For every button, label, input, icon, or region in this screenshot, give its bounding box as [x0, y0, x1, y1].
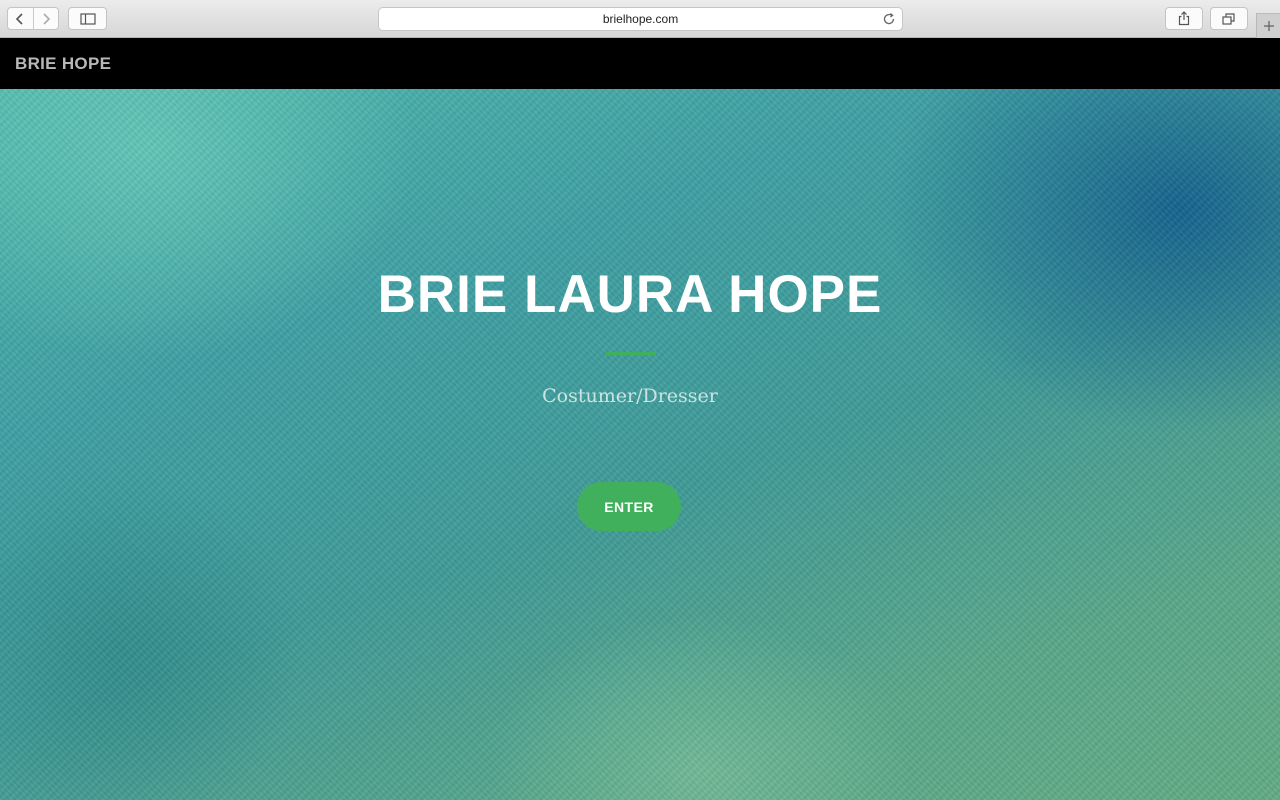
hero-section: BRIE LAURA HOPE Costumer/Dresser ENTER: [0, 89, 1280, 800]
plus-icon: [1263, 21, 1274, 31]
url-text: brielhope.com: [602, 12, 679, 26]
browser-toolbar: brielhope.com: [0, 0, 1280, 38]
back-button[interactable]: [8, 8, 33, 29]
hero-title: BRIE LAURA HOPE: [377, 265, 883, 324]
share-icon: [1178, 11, 1190, 26]
enter-button[interactable]: ENTER: [577, 482, 681, 531]
site-navbar: BRIE HOPE: [0, 38, 1280, 89]
hero-subtitle: Costumer/Dresser: [542, 385, 718, 407]
hero-content: BRIE LAURA HOPE Costumer/Dresser ENTER: [0, 89, 1280, 800]
title-divider: [605, 352, 656, 355]
sidebar-icon: [79, 12, 96, 25]
forward-button[interactable]: [32, 8, 59, 29]
share-button[interactable]: [1165, 7, 1203, 30]
chevron-right-icon: [43, 12, 50, 25]
show-tabs-button[interactable]: [1210, 7, 1248, 30]
tabs-icon: [1222, 12, 1235, 25]
sidebar-toggle-button[interactable]: [68, 7, 107, 30]
history-nav: [7, 7, 59, 30]
chevron-left-icon: [16, 12, 23, 25]
address-bar[interactable]: brielhope.com: [378, 7, 903, 31]
reload-icon[interactable]: [882, 12, 896, 26]
site-brand-link[interactable]: BRIE HOPE: [15, 54, 111, 74]
new-tab-button[interactable]: [1256, 13, 1280, 38]
